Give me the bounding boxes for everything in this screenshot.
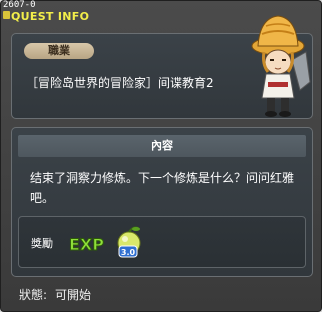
exp-multiplier: 3.0 xyxy=(121,248,136,257)
quest-info-window: 2607-0 QUEST INFO 職業 ［冒险岛世界的冒险家］间谍教育2 內容… xyxy=(0,0,322,312)
quest-status: 狀態: 可開始 xyxy=(19,286,99,303)
quest-description: 结束了洞察力修炼。下一个修炼是什么？问问红雅吧。 xyxy=(30,171,295,205)
job-badge: 職業 xyxy=(24,43,94,59)
quest-id: 2607-0 xyxy=(3,0,36,10)
quest-content-panel: 內容 结束了洞察力修炼。下一个修炼是什么？问问红雅吧。 獎勵 EXP 3.0 xyxy=(11,127,313,277)
content-header: 內容 xyxy=(18,135,306,157)
reward-box: 獎勵 EXP 3.0 xyxy=(18,216,306,268)
status-label: 狀態: xyxy=(19,288,48,302)
quest-title-icon xyxy=(3,11,10,19)
reward-label: 獎勵 xyxy=(31,237,53,250)
npc-portrait-icon xyxy=(251,15,311,117)
quest-name: ［冒险岛世界的冒险家］间谍教育2 xyxy=(26,76,214,90)
quest-header-panel: 職業 ［冒险岛世界的冒险家］间谍教育2 xyxy=(11,15,313,119)
exp-bonus-icon: EXP 3.0 xyxy=(69,226,141,258)
exp-text: EXP xyxy=(69,235,104,254)
window-title: QUEST INFO xyxy=(11,10,90,23)
status-value: 可開始 xyxy=(55,288,92,302)
